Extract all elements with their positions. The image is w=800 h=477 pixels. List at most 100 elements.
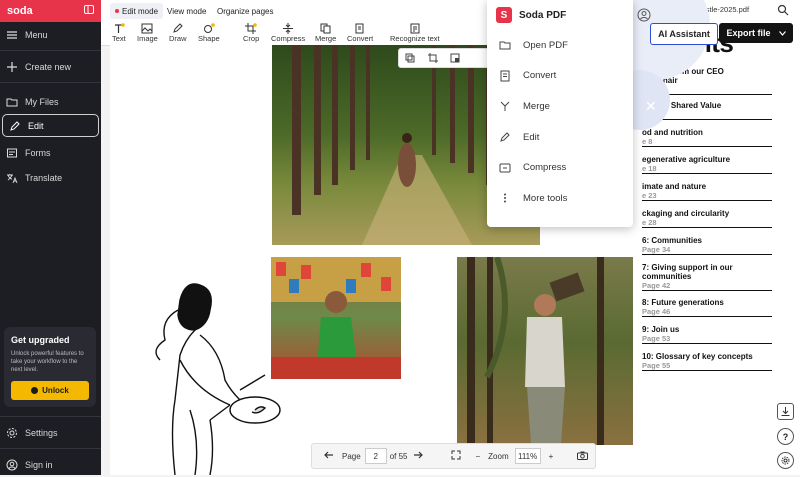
text-tool-icon bbox=[114, 23, 125, 33]
upgrade-card: Get upgraded Unlock powerful features to… bbox=[4, 327, 96, 407]
translate-icon bbox=[7, 173, 18, 183]
toc-entry[interactable]: od and nutrition e 8 bbox=[642, 128, 772, 147]
export-label: Export file bbox=[726, 28, 771, 38]
toc-entry[interactable]: 7: Giving support in our communities Page … bbox=[642, 263, 772, 291]
toc-entry-title: 10: Glossary of key concepts bbox=[642, 352, 753, 361]
sidebar-item-label: Create new bbox=[25, 61, 72, 72]
menu-item-convert[interactable]: Convert bbox=[487, 61, 633, 92]
next-page-icon[interactable] bbox=[413, 451, 424, 461]
close-icon[interactable]: ✕ bbox=[645, 98, 657, 115]
active-dot-icon bbox=[115, 9, 119, 13]
zoom-in-icon[interactable]: + bbox=[549, 452, 554, 461]
convert-tool-icon bbox=[355, 23, 364, 34]
toc-entry-title: 8: Future generations bbox=[642, 298, 724, 307]
menu-item-merge[interactable]: Merge bbox=[487, 91, 633, 122]
ocr-tool-icon bbox=[410, 23, 420, 34]
folder-icon bbox=[6, 98, 18, 106]
menu-item-label: Open PDF bbox=[523, 39, 568, 51]
tool-label: Shape bbox=[198, 34, 220, 43]
merge-icon bbox=[500, 102, 510, 112]
settings-gear-icon[interactable] bbox=[777, 452, 794, 469]
toc-entry[interactable]: imate and nature e 23 bbox=[642, 182, 772, 201]
export-file-button[interactable]: Export file bbox=[719, 23, 793, 43]
prev-page-icon[interactable] bbox=[324, 451, 334, 461]
toc-entry[interactable]: 8: Future generations Page 46 bbox=[642, 298, 772, 317]
page-total: of 55 bbox=[389, 451, 408, 461]
market-photo bbox=[271, 257, 401, 379]
replace-image-icon[interactable] bbox=[405, 53, 415, 63]
sidebar-item-forms[interactable]: Forms bbox=[0, 140, 101, 165]
sidebar-item-sign-in[interactable]: Sign in bbox=[0, 452, 101, 477]
zoom-out-icon[interactable]: − bbox=[475, 452, 480, 461]
tool-shape[interactable]: Shape bbox=[198, 23, 220, 43]
ai-assistant-button[interactable]: AI Assistant bbox=[650, 23, 718, 45]
tool-text[interactable]: Text bbox=[112, 23, 126, 43]
shape-tool-icon bbox=[203, 23, 215, 33]
tool-merge[interactable]: Merge bbox=[315, 23, 336, 43]
sidebar-item-label: My Files bbox=[25, 96, 59, 107]
menu-item-label: More tools bbox=[523, 192, 568, 204]
fit-page-icon[interactable] bbox=[451, 450, 461, 462]
toc-entry[interactable]: ckaging and circularity e 28 bbox=[642, 209, 772, 228]
toc-entry-page: Page 53 bbox=[642, 334, 671, 343]
sidebar-item-menu[interactable]: Menu bbox=[0, 22, 101, 47]
chevron-down-icon bbox=[778, 30, 786, 36]
unlock-button[interactable]: Unlock bbox=[11, 381, 89, 400]
tab-organize-pages[interactable]: Organize pages bbox=[212, 3, 278, 19]
tool-recognize-text[interactable]: Recognize text bbox=[390, 23, 440, 43]
toc-entry-page: e 23 bbox=[642, 191, 657, 200]
sidebar-item-my-files[interactable]: My Files bbox=[0, 89, 101, 114]
tool-image[interactable]: Image bbox=[137, 23, 158, 43]
toc-entry-title: ckaging and circularity bbox=[642, 209, 730, 218]
tool-draw[interactable]: Draw bbox=[169, 23, 187, 43]
toc-entry[interactable]: 6: Communities Page 34 bbox=[642, 236, 772, 255]
download-icon[interactable] bbox=[777, 403, 794, 420]
toc-entry-title: egenerative agriculture bbox=[642, 155, 731, 164]
sidebar-item-translate[interactable]: Translate bbox=[0, 165, 101, 190]
search-icon[interactable] bbox=[777, 4, 789, 19]
soda-logo-icon: S bbox=[496, 7, 512, 23]
toc-entry[interactable]: egenerative agriculture e 18 bbox=[642, 155, 772, 174]
toc-entry-page: Page 34 bbox=[642, 245, 671, 254]
tool-convert[interactable]: Convert bbox=[347, 23, 373, 43]
divider bbox=[0, 416, 101, 417]
menu-item-compress[interactable]: Compress bbox=[487, 152, 633, 183]
menu-item-open-pdf[interactable]: Open PDF bbox=[487, 30, 633, 61]
collapse-sidebar-icon[interactable] bbox=[84, 5, 94, 17]
toc-entry[interactable]: 9: Join us Page 53 bbox=[642, 325, 772, 344]
more-vertical-icon bbox=[504, 193, 506, 203]
tab-label: Organize pages bbox=[217, 6, 274, 16]
user-icon bbox=[6, 459, 18, 470]
sidebar-item-label: Menu bbox=[25, 29, 48, 40]
account-icon[interactable] bbox=[637, 8, 651, 25]
zoom-input[interactable]: 111% bbox=[514, 448, 541, 464]
sidebar-item-create-new[interactable]: Create new bbox=[0, 54, 101, 79]
tool-label: Merge bbox=[315, 34, 337, 43]
tool-label: Draw bbox=[169, 34, 187, 43]
tool-crop[interactable]: Crop bbox=[243, 23, 259, 43]
toc-entry-title: 9: Join us bbox=[642, 325, 680, 334]
soda-pdf-menu: S Soda PDF Open PDF Convert Merge Edit C… bbox=[487, 0, 633, 227]
crop-image-icon[interactable] bbox=[427, 53, 438, 63]
tool-label: Convert bbox=[347, 34, 374, 43]
menu-item-edit[interactable]: Edit bbox=[487, 122, 633, 153]
camera-icon[interactable] bbox=[577, 451, 589, 462]
help-icon[interactable]: ? bbox=[777, 428, 794, 445]
toc-entry[interactable]: 10: Glossary of key concepts Page 55 bbox=[642, 352, 772, 371]
image-layer-icon[interactable] bbox=[450, 53, 460, 63]
page-number-input[interactable]: 2 bbox=[364, 448, 387, 464]
tool-compress[interactable]: Compress bbox=[271, 23, 305, 43]
sidebar-item-label: Sign in bbox=[25, 459, 53, 470]
sidebar-item-edit[interactable]: Edit bbox=[2, 114, 99, 137]
toc-entry-title: 6: Communities bbox=[642, 236, 703, 245]
sidebar-item-settings[interactable]: Settings bbox=[0, 420, 101, 445]
menu-title: Soda PDF bbox=[519, 9, 567, 21]
convert-icon bbox=[500, 70, 510, 82]
tab-edit-mode[interactable]: Edit mode bbox=[110, 3, 164, 19]
divider bbox=[0, 50, 101, 51]
toc-entry-page: Page 42 bbox=[642, 281, 671, 290]
menu-item-more-tools[interactable]: More tools bbox=[487, 183, 633, 214]
app-logo[interactable]: soda bbox=[7, 5, 33, 17]
tab-view-mode[interactable]: View mode bbox=[162, 3, 211, 19]
toc-entry-page: e 28 bbox=[642, 218, 657, 227]
